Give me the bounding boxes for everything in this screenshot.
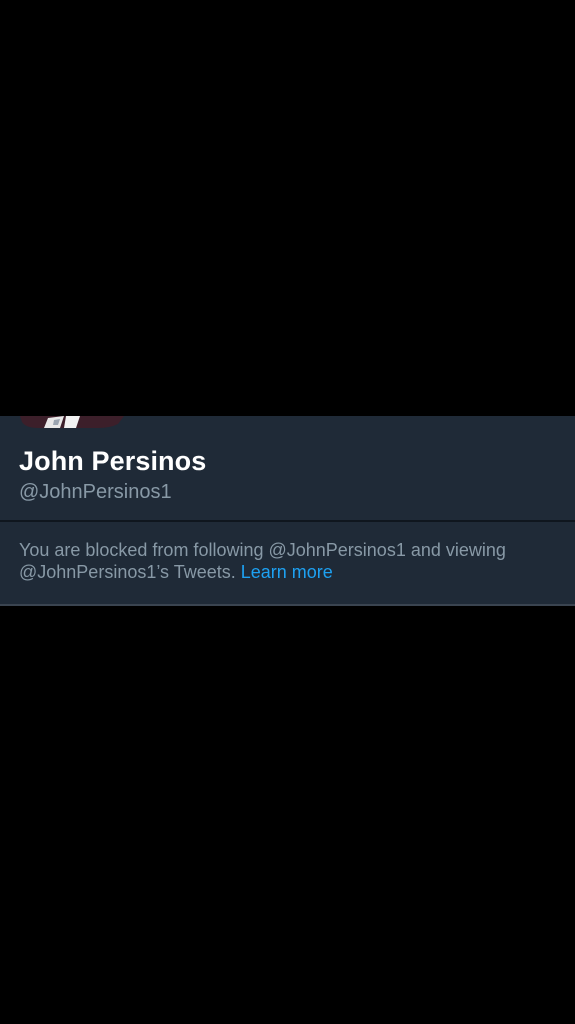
panel-bottom-border bbox=[0, 604, 575, 606]
screen: John Persinos @JohnPersinos1 You are blo… bbox=[0, 0, 575, 1024]
learn-more-link[interactable]: Learn more bbox=[241, 562, 333, 582]
blocked-notice: You are blocked from following @JohnPers… bbox=[19, 539, 564, 583]
profile-handle: @JohnPersinos1 bbox=[19, 481, 172, 503]
profile-display-name: John Persinos bbox=[19, 446, 207, 476]
profile-panel: John Persinos @JohnPersinos1 You are blo… bbox=[0, 416, 575, 606]
avatar[interactable] bbox=[20, 416, 124, 428]
divider bbox=[0, 520, 575, 522]
